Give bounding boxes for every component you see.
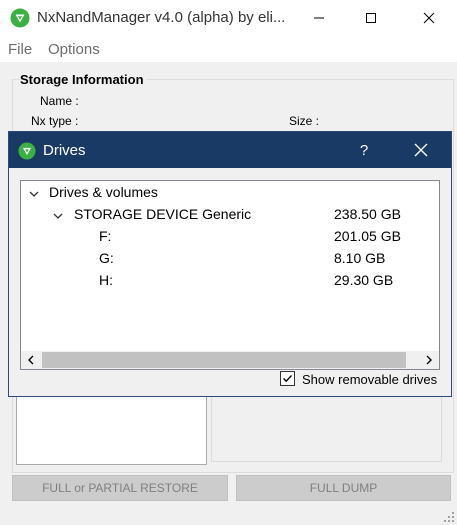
tree-item-label: G: [99,250,114,266]
tree-item-label: Drives & volumes [49,184,158,200]
dialog-title: Drives [43,142,86,159]
main-titlebar[interactable]: NxNandManager v4.0 (alpha) by eli... [0,0,457,36]
checkmark-icon [283,375,293,383]
full-restore-button[interactable]: FULL or PARTIAL RESTORE [12,475,228,501]
tree-item-volume[interactable]: G: 8.10 GB [21,250,439,270]
app-icon [10,8,30,28]
tree-item-device[interactable]: STORAGE DEVICE Generic 238.50 GB [21,206,439,226]
maximize-button[interactable] [348,0,394,36]
menu-bar: File Options [0,38,457,62]
dialog-titlebar[interactable]: Drives ? [9,132,451,168]
chevron-left-icon [28,355,34,365]
resize-grip-icon[interactable] [443,511,455,523]
size-label: Size : [289,114,320,128]
minimize-icon [314,17,324,19]
maximize-icon [366,13,376,23]
nx-type-label: Nx type : [31,114,79,128]
show-removable-label[interactable]: Show removable drives [302,372,437,387]
scroll-right-button[interactable] [419,351,439,369]
drives-dialog: Drives ? Drives & volumes STORAGE DEVICE… [8,131,452,397]
close-icon [423,12,435,24]
window-title: NxNandManager v4.0 (alpha) by eli... [37,9,286,26]
drives-tree-view[interactable]: Drives & volumes STORAGE DEVICE Generic … [20,180,440,370]
tree-item-volume[interactable]: F: 201.05 GB [21,228,439,248]
storage-info-title: Storage Information [20,72,147,87]
scroll-left-button[interactable] [21,351,41,369]
tree-item-volume[interactable]: H: 29.30 GB [21,272,439,292]
tree-item-size: 238.50 GB [334,206,401,222]
horizontal-scrollbar[interactable] [21,351,439,369]
tree-item-size: 201.05 GB [334,228,401,244]
minimize-button[interactable] [296,0,342,36]
tree-item-label: STORAGE DEVICE Generic [74,206,252,222]
menu-options[interactable]: Options [48,41,100,58]
name-label: Name : [40,94,79,108]
close-button[interactable] [406,0,452,36]
chevron-down-icon[interactable] [53,211,63,221]
close-icon [414,143,428,157]
tree-item-label: H: [99,272,113,288]
chevron-down-icon[interactable] [29,189,39,199]
dialog-close-button[interactable] [403,132,439,168]
help-button[interactable]: ? [349,132,379,168]
show-removable-checkbox[interactable] [280,371,295,386]
partition-details-panel [211,396,442,462]
app-icon [18,142,36,160]
tree-item-root[interactable]: Drives & volumes [21,184,439,204]
full-dump-button[interactable]: FULL DUMP [236,475,451,501]
partition-list[interactable] [16,396,207,465]
chevron-right-icon [426,355,432,365]
scroll-thumb[interactable] [42,352,406,368]
tree-item-size: 8.10 GB [334,250,386,266]
tree-item-size: 29.30 GB [334,272,394,288]
menu-file[interactable]: File [8,41,32,58]
tree-item-label: F: [99,228,112,244]
